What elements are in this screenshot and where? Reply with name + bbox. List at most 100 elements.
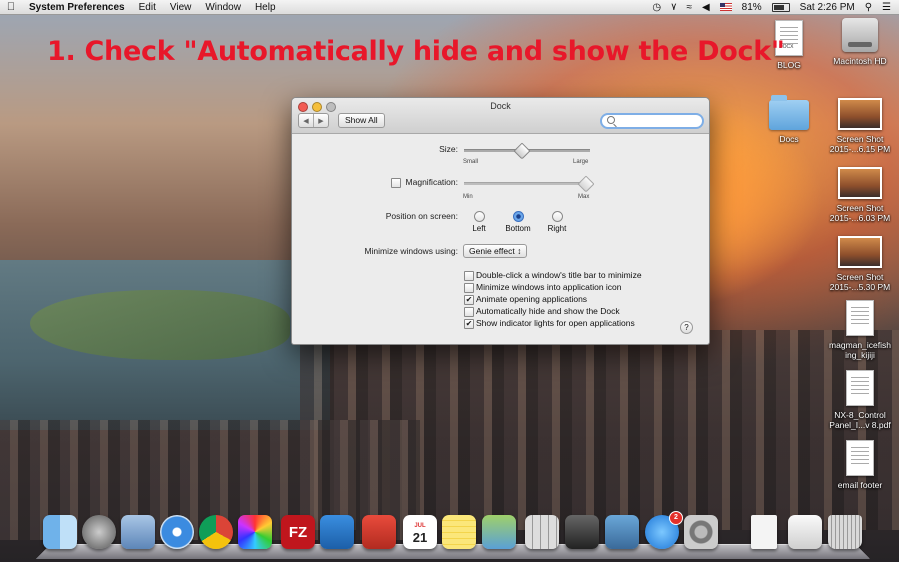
desktop-icon-label: magman_icefish (829, 340, 891, 350)
image-thumbnail-icon (838, 167, 882, 199)
image-thumbnail-icon (838, 236, 882, 268)
facetime-icon[interactable] (565, 515, 599, 549)
size-slider[interactable] (464, 142, 590, 160)
option-checkbox[interactable] (464, 283, 474, 293)
document-icon (846, 300, 874, 336)
stickies-icon[interactable] (442, 515, 476, 549)
desktop-icon-label: Screen Shot (836, 134, 884, 144)
menu-help[interactable]: Help (248, 2, 283, 13)
option-autohide-dock[interactable]: Automatically hide and show the Dock (476, 306, 620, 316)
mail-icon[interactable] (121, 515, 155, 549)
menu-window[interactable]: Window (198, 2, 248, 13)
option-checkbox[interactable]: ✔ (464, 295, 474, 305)
magnification-label: Magnification: (405, 177, 458, 187)
option-checkbox[interactable] (464, 271, 474, 281)
teamviewer-icon[interactable] (320, 515, 354, 549)
option-animate-opening[interactable]: Animate opening applications (476, 294, 587, 304)
window-title: Dock (490, 101, 511, 111)
desktop-icon-screenshot-3[interactable]: Screen Shot 2015-...5.30 PM (828, 236, 892, 292)
chrome-icon[interactable] (199, 515, 233, 549)
document-icon (846, 440, 874, 476)
menu-clock[interactable]: Sat 2:26 PM (800, 2, 855, 13)
magnification-min-label: Min (463, 194, 473, 200)
downloads-stack-icon[interactable] (788, 515, 822, 549)
option-checkbox[interactable] (464, 307, 474, 317)
desktop-icon-label: Macintosh HD (833, 56, 887, 66)
desktop-icon-label: 2015-...6.15 PM (829, 144, 891, 154)
search-field[interactable] (600, 113, 704, 129)
photo-app-icon[interactable] (238, 515, 272, 549)
dock-settings-pane: Size: Small Large Magnification: Min Max… (292, 134, 709, 344)
position-right-label: Right (547, 224, 567, 233)
desktop-icon-nx8-pdf[interactable]: NX-8_Control Panel_I...v 8.pdf (828, 370, 892, 430)
desktop-icon-macintosh-hd[interactable]: Macintosh HD (828, 18, 892, 66)
back-arrow-icon[interactable]: ◀ (299, 114, 313, 127)
app-menu[interactable]: System Preferences (22, 2, 132, 13)
time-machine-icon[interactable]: ◷ (652, 2, 661, 13)
desktop-icon-label: Screen Shot (836, 272, 884, 282)
minimize-using-label: Minimize windows using: (364, 246, 458, 256)
desktop-icon-screenshot-2[interactable]: Screen Shot 2015-...6.03 PM (828, 167, 892, 223)
option-checkbox[interactable]: ✔ (464, 319, 474, 329)
show-all-button[interactable]: Show All (338, 113, 385, 128)
search-icon (607, 116, 615, 124)
minimize-effect-value: Genie effect (469, 246, 515, 256)
safari-icon[interactable] (160, 515, 194, 549)
remote-desktop-icon[interactable] (362, 515, 396, 549)
option-double-click-minimize[interactable]: Double-click a window's title bar to min… (476, 270, 642, 280)
magnification-slider-knob[interactable] (577, 175, 595, 193)
wifi-icon[interactable]: ≈ (686, 2, 692, 13)
desktop-icon-docs[interactable]: Docs (757, 95, 821, 144)
desktop-icon-label: Screen Shot (836, 203, 884, 213)
desktop-icon-email-footer[interactable]: email footer (828, 440, 892, 490)
system-preferences-icon[interactable] (684, 515, 718, 549)
position-bottom-radio[interactable] (513, 211, 524, 222)
popup-arrows-icon: ↕ (517, 246, 522, 256)
option-minimize-into-icon[interactable]: Minimize windows into application icon (476, 282, 622, 292)
option-indicator-lights[interactable]: Show indicator lights for open applicati… (476, 318, 635, 328)
magnification-slider[interactable] (464, 175, 595, 193)
desktop-icon-label: Panel_I...v 8.pdf (829, 420, 891, 430)
dock-preferences-window: Dock ◀ ▶ Show All Size: Small Large Magn… (291, 97, 710, 345)
launchpad-icon[interactable] (82, 515, 116, 549)
menu-bar:  System Preferences Edit View Window He… (0, 0, 899, 15)
notification-center-icon[interactable]: ☰ (882, 2, 891, 13)
desktop-icon-label: 2015-...5.30 PM (829, 282, 891, 292)
magnification-max-label: Max (578, 194, 590, 200)
calculator-icon[interactable] (525, 515, 559, 549)
volume-icon[interactable]: ◀ (702, 2, 710, 13)
desktop-icon-label: 2015-...6.03 PM (829, 213, 891, 223)
trash-icon[interactable] (828, 515, 862, 549)
minimize-effect-popup[interactable]: Genie effect ↕ (463, 244, 528, 258)
apple-menu-icon[interactable]:  (0, 1, 22, 13)
desktop-icon-magman[interactable]: magman_icefish ing_kijiji (828, 300, 892, 360)
bluetooth-icon[interactable]: ۷ (671, 2, 676, 13)
input-source-flag-icon[interactable] (719, 3, 732, 11)
size-max-label: Large (573, 159, 589, 165)
battery-icon[interactable] (771, 2, 790, 12)
preview-icon[interactable] (482, 515, 516, 549)
spotlight-icon[interactable]: ⚲ (865, 2, 872, 13)
help-button[interactable]: ? (680, 321, 693, 334)
position-left-radio[interactable] (474, 211, 485, 222)
position-right-radio[interactable] (552, 211, 563, 222)
instruction-caption: 1. Check "Automatically hide and show th… (47, 36, 785, 67)
finder-icon[interactable] (43, 515, 77, 549)
battery-percent[interactable]: 81% (742, 2, 762, 13)
hard-drive-icon (842, 18, 878, 52)
calendar-icon[interactable]: JUL 21 (403, 515, 437, 549)
app-store-icon[interactable]: 2 (645, 511, 683, 549)
menu-view[interactable]: View (163, 2, 199, 13)
desktop-icon-label: Docs (779, 134, 799, 144)
forward-arrow-icon[interactable]: ▶ (313, 114, 328, 127)
filezilla-icon[interactable]: FZ (281, 515, 315, 549)
desktop-icon-label: ing_kijiji (845, 350, 875, 360)
documents-stack-icon[interactable] (751, 515, 777, 549)
size-slider-knob[interactable] (513, 142, 531, 160)
desktop-icon-label: email footer (837, 480, 883, 490)
window-titlebar[interactable]: Dock ◀ ▶ Show All (292, 98, 709, 134)
iphoto-icon[interactable] (605, 515, 639, 549)
menu-edit[interactable]: Edit (132, 2, 163, 13)
desktop-icon-screenshot-1[interactable]: Screen Shot 2015-...6.15 PM (828, 98, 892, 154)
calendar-day: 21 (412, 530, 428, 545)
